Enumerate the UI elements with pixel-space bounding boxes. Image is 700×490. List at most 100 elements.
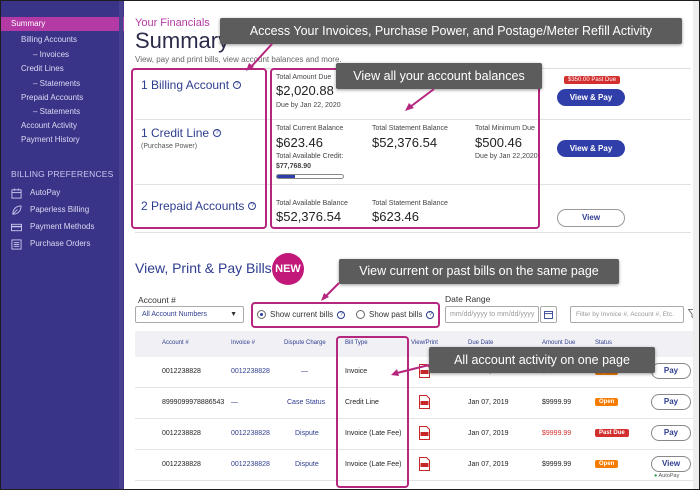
sidebar-item-payment-methods[interactable]: Payment Methods [11,220,94,234]
app-frame: Summary Billing Accounts – Invoices Cred… [1,1,699,489]
cell-due-date: Jan 07, 2019 [468,430,509,437]
row-action-button[interactable]: Pay [651,394,691,410]
page-subtitle: View, pay and print bills, view account … [135,55,342,64]
pdf-icon[interactable] [419,395,430,409]
callout-bills: View current or past bills on the same p… [339,259,619,284]
show-past-bills-radio[interactable]: Show past bills ? [356,310,435,319]
radio-selected-icon [257,310,266,319]
cell-amount-due: $9999.99 [542,461,572,468]
callout-top: Access Your Invoices, Purchase Power, an… [220,18,682,44]
cell-account: 0012238828 [162,461,201,468]
table-row: 0012238828 0012238828 Dispute Invoice (Late… [135,419,695,450]
main-scrollbar[interactable] [693,1,699,489]
sidebar-item-summary[interactable]: Summary [1,17,124,31]
cell-amount-due: $9999.99 [542,430,572,437]
sidebar-scrollbar[interactable] [119,1,123,489]
cell-invoice-link[interactable]: 0012238828 [231,368,270,375]
cell-dispute-link[interactable]: Dispute [295,461,319,468]
sidebar-item-label: Paperless Billing [30,205,90,214]
cell-invoice-link[interactable]: — [231,399,238,406]
table-row: 0012238828 0012238828 Dispute Invoice (Late… [135,450,695,481]
calendar-button[interactable] [540,306,557,323]
autopay-indicator: ● AutoPay [654,473,679,479]
bills-filter-input[interactable]: Filter by Invoice #, Account #, Etc. [570,306,684,323]
help-icon[interactable]: ? [426,310,435,319]
pdf-icon[interactable] [419,426,430,440]
cell-dispute-link[interactable]: Case Status [287,399,325,406]
sidebar-item-prepaid-accounts[interactable]: Prepaid Accounts [1,91,124,105]
sidebar-item-purchase-orders[interactable]: Purchase Orders [11,237,90,251]
account-select[interactable]: All Account Numbers ▼ [135,306,244,323]
bills-section-title: View, Print & Pay Bills [135,260,272,276]
credit-view-pay-button[interactable]: View & Pay [557,140,625,157]
sidebar-item-billing-accounts[interactable]: Billing Accounts [1,33,124,47]
radio-unselected-icon [356,310,365,319]
cell-dispute-link[interactable]: Dispute [295,430,319,437]
prepaid-view-button[interactable]: View [557,209,625,227]
radio-label: Show past bills [369,310,423,319]
page-title: Summary [135,28,230,53]
status-badge: Past Due [595,429,629,437]
sidebar-item-paperless[interactable]: Paperless Billing [11,203,89,217]
sidebar-item-account-activity[interactable]: Account Activity [1,119,124,133]
column-header[interactable]: Due Date [468,340,493,346]
cell-invoice-link[interactable]: 0012238828 [231,430,270,437]
column-header[interactable]: Amount Due [542,340,575,346]
column-header[interactable]: Account # [162,340,189,346]
sidebar-item-label: Payment Methods [30,222,95,231]
show-current-bills-radio[interactable]: Show current bills ? [257,310,346,319]
date-range-input[interactable]: mm/dd/yyyy to mm/dd/yyyy [445,306,539,323]
arrow-icon [321,282,340,301]
sidebar-item-prepaid-statements[interactable]: – Statements [1,105,124,119]
billing-view-pay-button[interactable]: View & Pay [557,89,625,106]
column-header[interactable]: Status [595,340,612,346]
column-header[interactable]: Dispute Charge [284,340,326,346]
account-filter-label: Account # [138,295,176,305]
sidebar-item-payment-history[interactable]: Payment History [1,133,124,147]
callout-balances: View all your account balances [336,63,542,89]
help-icon[interactable]: ? [337,310,346,319]
list-icon [11,238,22,250]
divider [135,232,691,233]
cell-due-date: Jan 07, 2019 [468,399,509,406]
main-content: Your Financials Summary View, pay and pr… [124,1,699,489]
cell-dispute-link[interactable]: — [301,368,308,375]
status-badge: Open [595,398,619,406]
cell-due-date: Jan 07, 2019 [468,461,509,468]
cell-account: 8999099978886543 [162,399,225,406]
arrow-icon [405,88,435,111]
column-header[interactable]: Invoice # [231,340,255,346]
sidebar-item-credit-statements[interactable]: – Statements [1,77,124,91]
accounts-highlight-box [131,68,267,229]
chevron-down-icon: ▼ [230,311,237,318]
calendar-icon [11,187,22,199]
leaf-icon [12,204,22,215]
cell-account: 0012238828 [162,368,201,375]
new-badge: NEW [272,253,304,285]
radio-label: Show current bills [270,310,334,319]
sidebar-item-credit-lines[interactable]: Credit Lines [1,62,124,76]
row-action-button[interactable]: View [651,456,691,472]
card-icon [11,223,22,231]
callout-activity: All account activity on one page [429,347,655,373]
billing-preferences-heading: BILLING PREFERENCES [11,169,114,179]
column-header[interactable]: View/Print [411,340,438,346]
row-action-button[interactable]: Pay [651,425,691,441]
cell-account: 0012238828 [162,430,201,437]
cell-amount-due: $9999.99 [542,399,572,406]
sidebar-item-invoices[interactable]: – Invoices [1,48,124,62]
calendar-icon [544,310,553,319]
sidebar-item-autopay[interactable]: AutoPay [11,186,60,200]
autopay-label: AutoPay [658,473,680,479]
row-action-button[interactable]: Pay [651,363,691,379]
pdf-icon[interactable] [419,457,430,471]
cell-invoice-link[interactable]: 0012238828 [231,461,270,468]
arrow-icon [246,43,273,71]
date-range-label: Date Range [445,294,491,304]
status-badge: Open [595,460,619,468]
sidebar: Summary Billing Accounts – Invoices Cred… [1,1,124,489]
past-due-badge: $350.00 Past Due [564,76,621,84]
arrow-icon [391,364,430,376]
table-row: 8999099978886543— Case Status Credit Line J… [135,388,695,419]
bill-type-highlight-box [336,336,409,488]
